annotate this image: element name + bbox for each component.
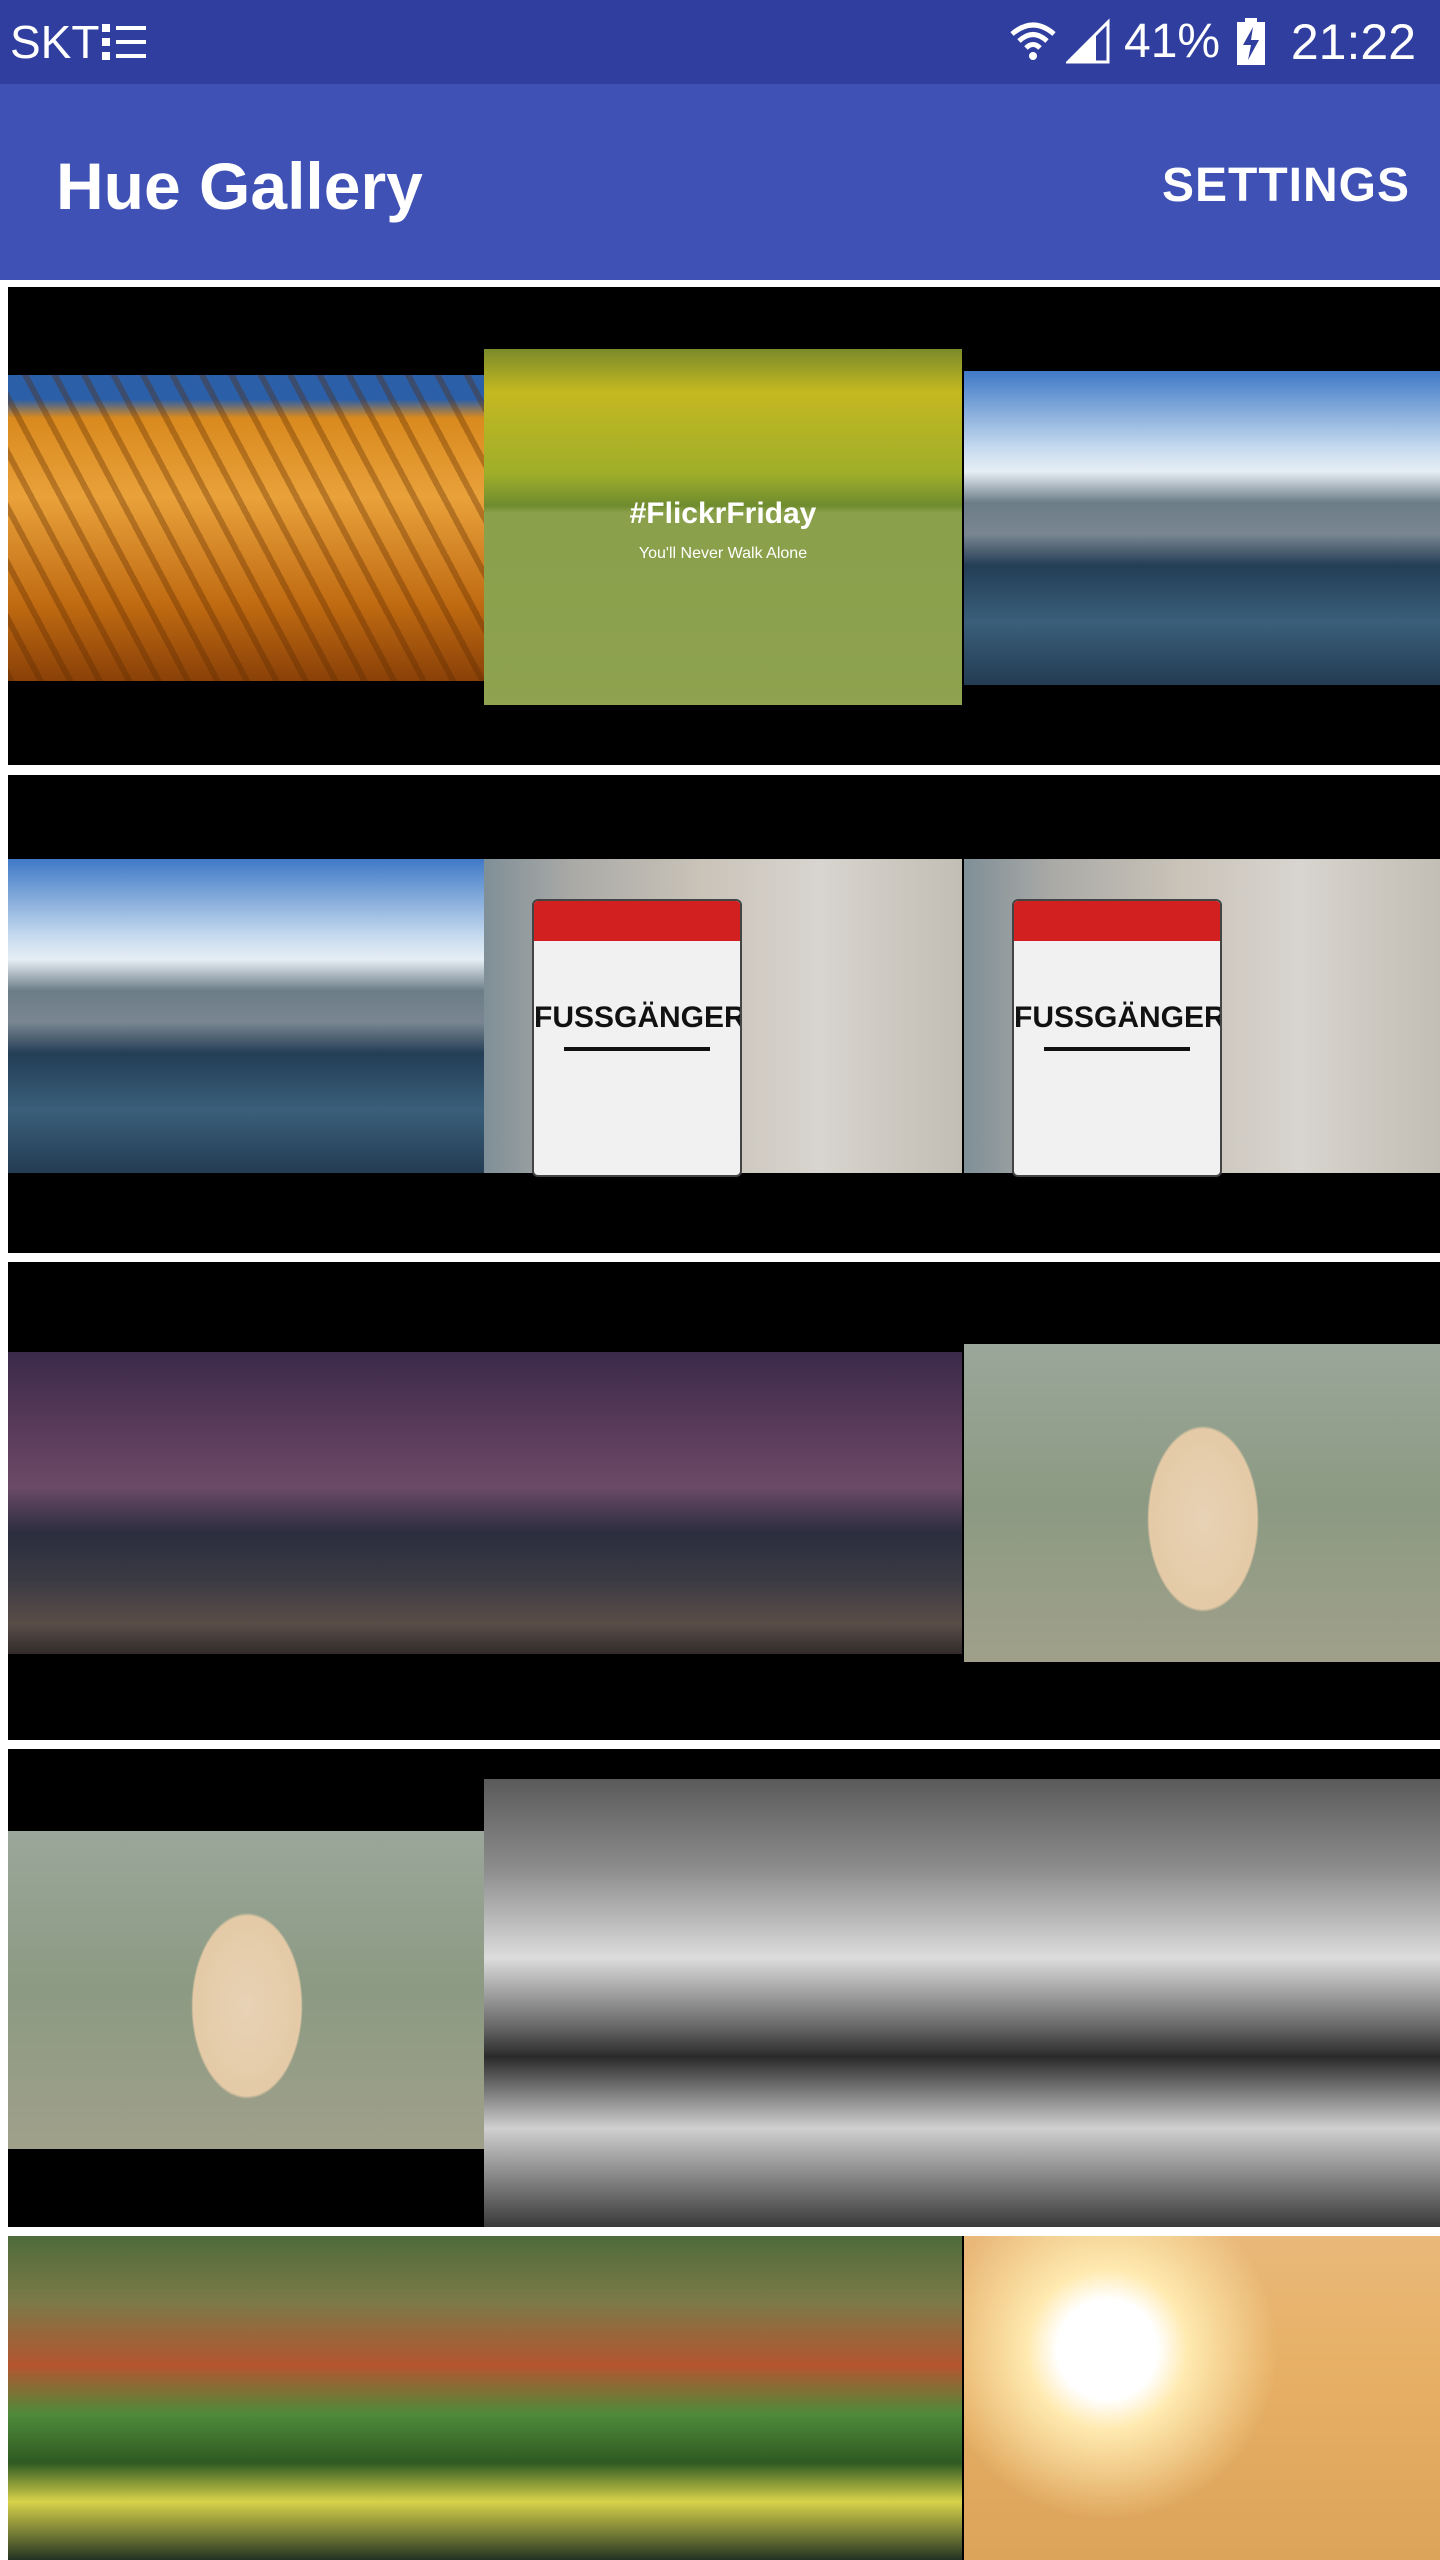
gallery-image-mountain-lake[interactable] <box>8 775 486 1253</box>
fussganger-sign: FUSSGÄNGER <box>532 899 742 1177</box>
flickr-title: #FlickrFriday <box>629 497 817 530</box>
gallery-image-trees[interactable] <box>484 2236 962 2560</box>
battery-percent: 41% <box>1124 15 1221 68</box>
gallery-image-pedestrian-sign[interactable]: FUSSGÄNGER <box>484 775 962 1253</box>
gallery-image-sunset[interactable] <box>964 2236 1440 2560</box>
gallery-image-mountain-lake[interactable] <box>964 287 1440 765</box>
list-icon <box>102 24 146 60</box>
fussganger-sign: FUSSGÄNGER <box>1012 899 1222 1177</box>
gallery-row <box>8 1749 1440 2227</box>
battery-charging-icon <box>1237 18 1265 65</box>
gallery-image-puppy[interactable] <box>964 1262 1440 1740</box>
status-bar: SKT 41% 21:22 <box>0 0 1440 84</box>
flickr-subtitle: You'll Never Walk Alone <box>638 545 808 562</box>
gallery-row <box>8 2236 1440 2560</box>
sign-text: FUSSGÄNGER <box>534 1001 742 1034</box>
gallery-image-bw-reflection[interactable] <box>484 1749 1440 2227</box>
gallery-image-flickr-field[interactable]: #FlickrFriday You'll Never Walk Alone <box>484 287 962 765</box>
gallery-image-lighthouse[interactable] <box>484 1262 962 1740</box>
gallery-row: #FlickrFriday You'll Never Walk Alone <box>8 287 1440 765</box>
clock: 21:22 <box>1290 14 1416 70</box>
gallery-row: FUSSGÄNGER FUSSGÄNGER <box>8 775 1440 1253</box>
gallery-image-lighthouse[interactable] <box>8 1262 486 1740</box>
gallery-image-puppy[interactable] <box>8 1749 486 2227</box>
app-title: Hue Gallery <box>56 149 423 223</box>
gallery-image-trees[interactable] <box>8 2236 486 2560</box>
gallery-image-canyon[interactable] <box>8 287 486 765</box>
gallery-row <box>8 1262 1440 1740</box>
wifi-icon <box>1010 22 1056 60</box>
sign-text: FUSSGÄNGER <box>1014 1001 1222 1034</box>
settings-button[interactable]: SETTINGS <box>1162 154 1410 218</box>
carrier-label: SKT <box>10 16 100 68</box>
app-bar: Hue Gallery SETTINGS <box>0 84 1440 280</box>
gallery-image-pedestrian-sign[interactable]: FUSSGÄNGER <box>964 775 1440 1253</box>
signal-icon <box>1066 18 1110 64</box>
